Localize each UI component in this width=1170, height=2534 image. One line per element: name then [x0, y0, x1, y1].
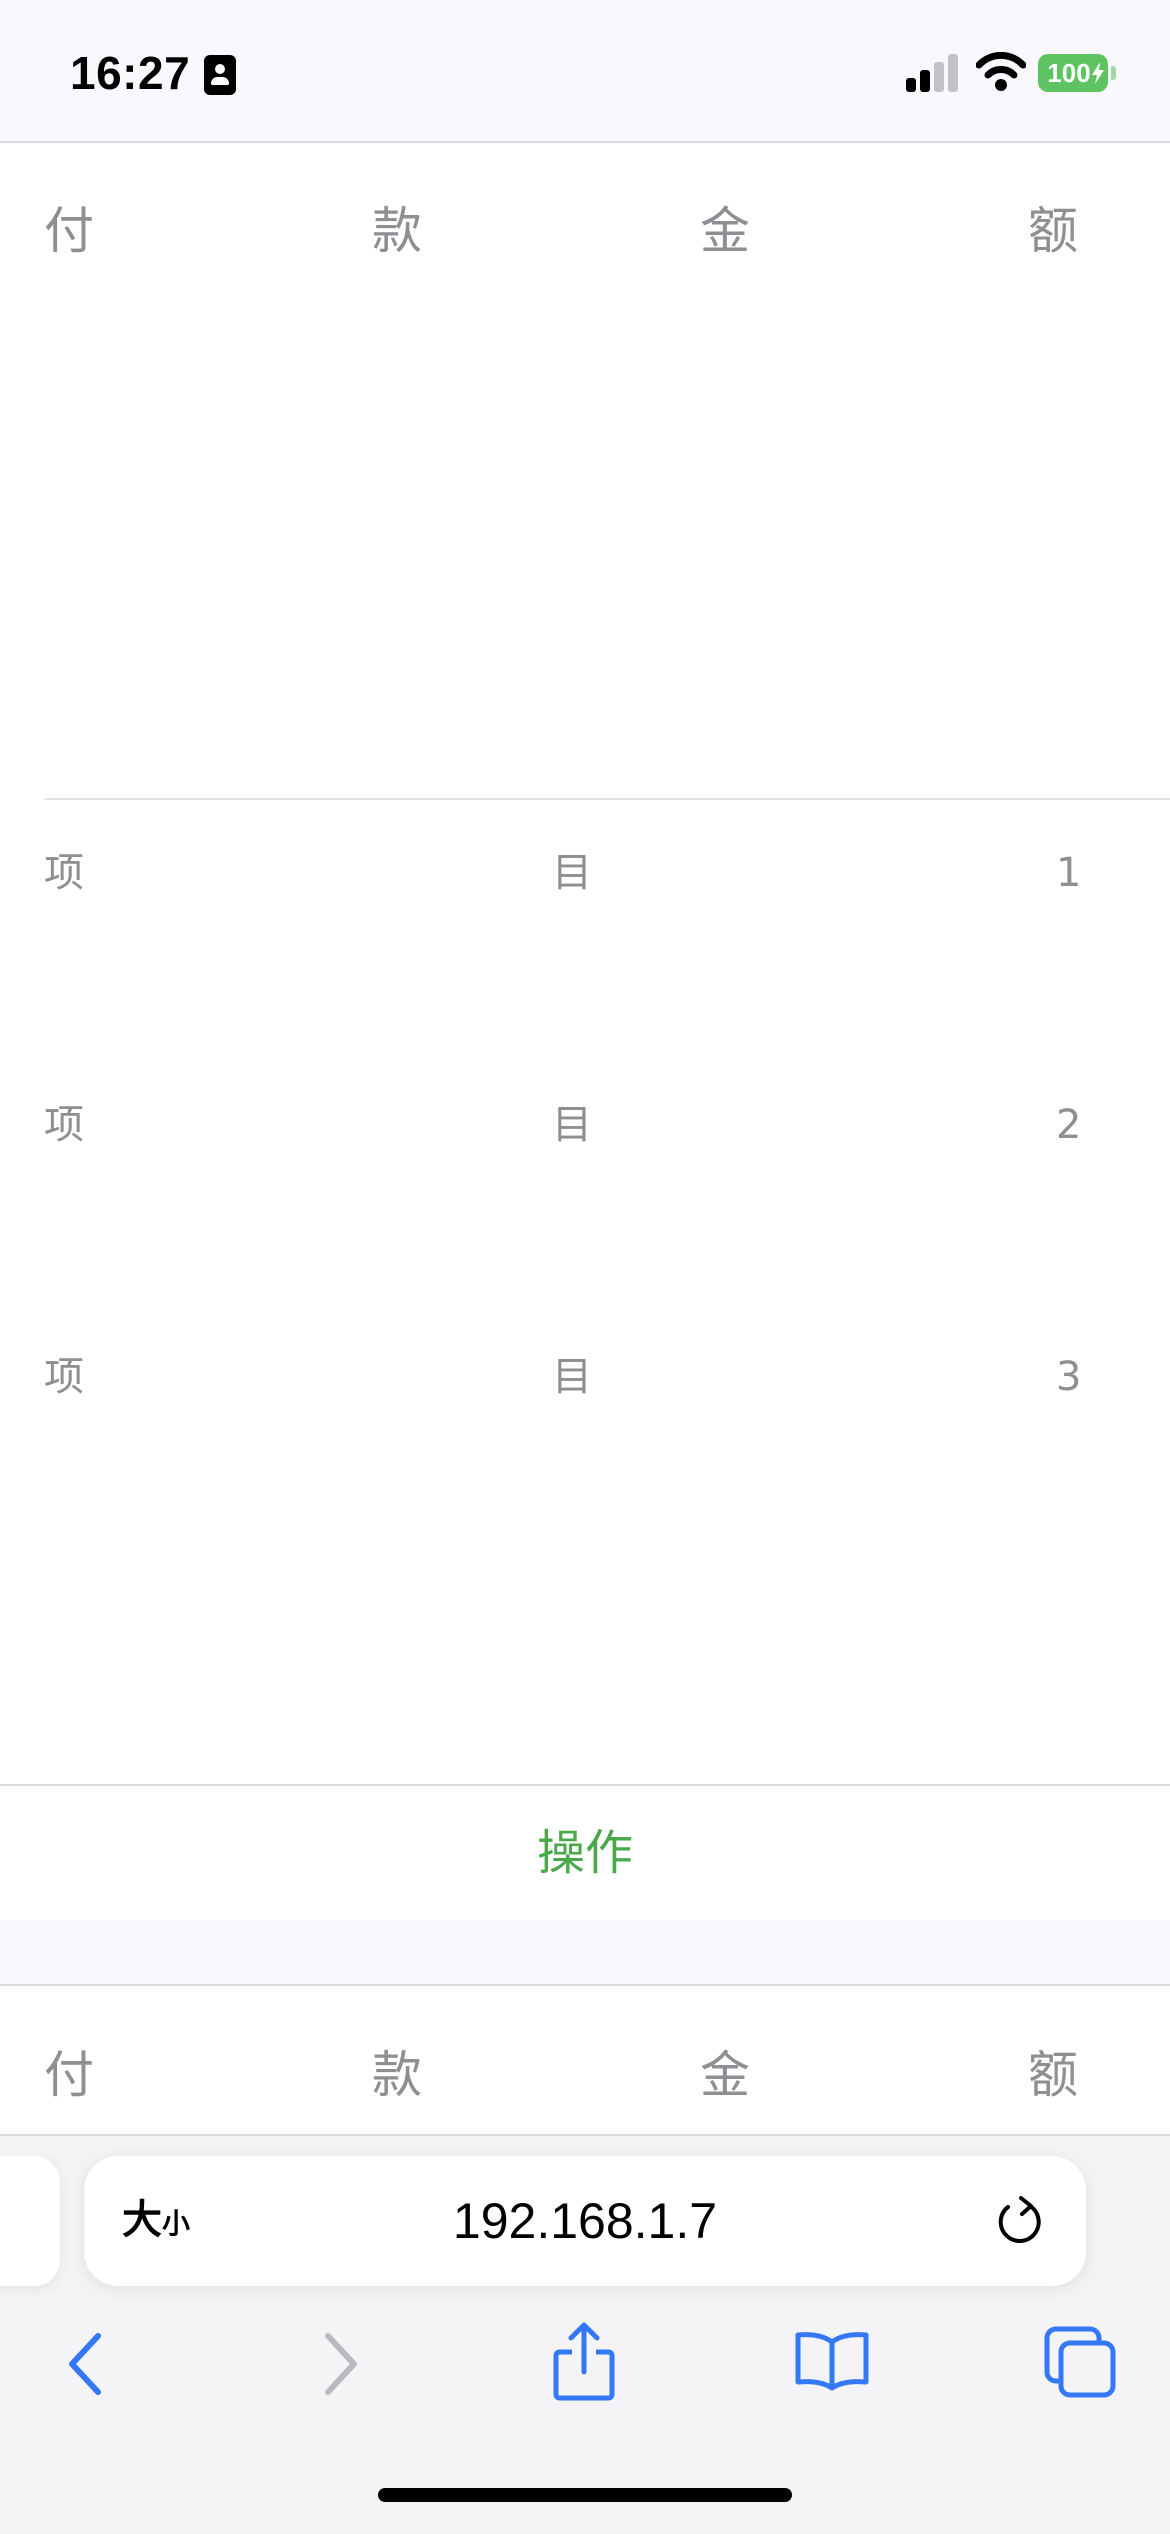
- item-cell: 目: [552, 1354, 592, 1400]
- battery-level: 100: [1047, 58, 1091, 88]
- header-char: 付: [44, 202, 94, 260]
- bookmarks-icon[interactable]: [794, 2330, 870, 2392]
- header-char: 款: [372, 202, 422, 260]
- action-button-label: 操作: [536, 1825, 633, 1881]
- back-icon[interactable]: [66, 2332, 106, 2396]
- forward-icon[interactable]: [320, 2332, 360, 2396]
- action-button[interactable]: 操作: [0, 1784, 1170, 1922]
- item-cell: 3: [1056, 1354, 1082, 1400]
- battery-cap: [1111, 66, 1116, 80]
- payment-amount-header: 付 款 金 额: [0, 2030, 1170, 2120]
- item-cell: 项: [44, 1354, 84, 1400]
- page-settings-large: 大: [122, 2197, 162, 2243]
- page-settings-small: 小: [162, 2207, 191, 2240]
- item-cell: 项: [44, 850, 84, 896]
- divider: [44, 798, 1170, 800]
- url-text[interactable]: 192.168.1.7: [300, 2186, 870, 2256]
- page-settings-button[interactable]: 大小: [122, 2190, 190, 2254]
- header-char: 额: [1028, 202, 1078, 260]
- home-indicator: [378, 2488, 792, 2502]
- header-char: 金: [700, 202, 750, 260]
- item-cell: 项: [44, 1102, 84, 1148]
- header-char: 款: [372, 2046, 422, 2104]
- item-cell: 目: [552, 1102, 592, 1148]
- item-cell: 1: [1056, 850, 1082, 896]
- previous-tab-preview[interactable]: [0, 2156, 60, 2286]
- item-cell: 2: [1056, 1102, 1082, 1148]
- contact-card-icon: [204, 55, 236, 95]
- share-icon[interactable]: [552, 2322, 616, 2402]
- item-row: 项 目 2: [0, 1090, 1170, 1160]
- item-row: 项 目 1: [0, 838, 1170, 908]
- status-time: 16:27: [70, 47, 191, 99]
- battery-charging-icon: 100: [1038, 54, 1108, 92]
- cellular-signal-icon: [906, 54, 960, 92]
- header-char: 付: [44, 2046, 94, 2104]
- wifi-icon: [976, 52, 1026, 91]
- item-row: 项 目 3: [0, 1342, 1170, 1412]
- payment-amount-header: 付 款 金 额: [0, 186, 1170, 276]
- header-char: 金: [700, 2046, 750, 2104]
- item-cell: 目: [552, 850, 592, 896]
- header-char: 额: [1028, 2046, 1078, 2104]
- section-separator: [0, 1920, 1170, 1986]
- tabs-icon[interactable]: [1044, 2326, 1116, 2398]
- reload-icon[interactable]: [994, 2194, 1046, 2250]
